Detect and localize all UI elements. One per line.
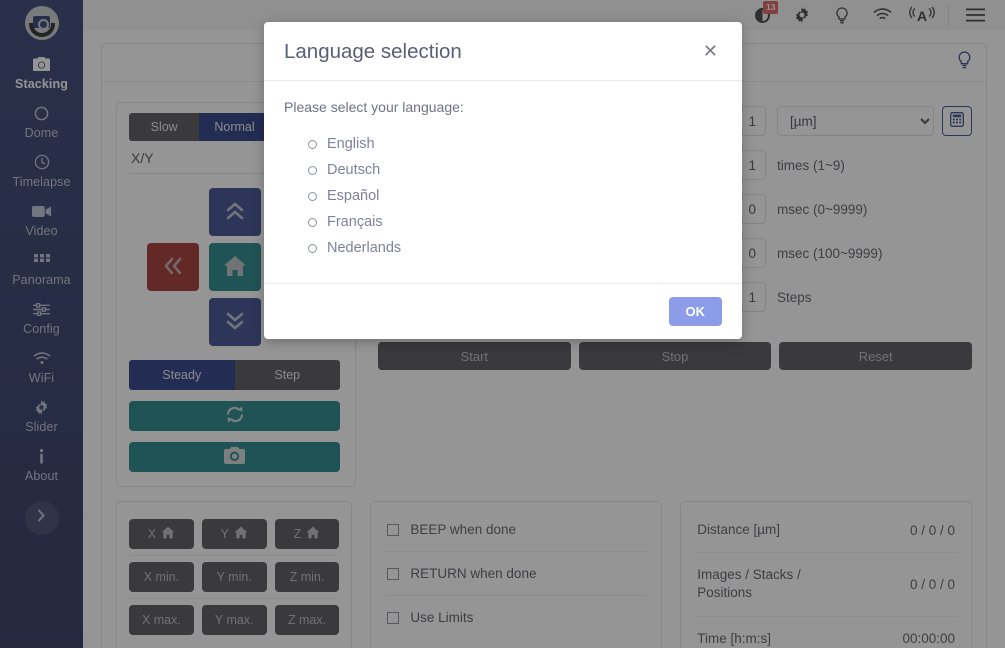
dialog-body: Please select your language: English Deu… — [264, 81, 742, 283]
language-option-espanol[interactable]: Español — [308, 183, 722, 209]
language-label: Español — [327, 188, 379, 204]
app-root: Stacking Dome Timelapse Video Panorama C… — [0, 0, 1005, 648]
radio-button[interactable] — [308, 244, 317, 253]
language-radio-group: English Deutsch Español Français Nederla… — [284, 131, 722, 261]
language-label: Deutsch — [327, 162, 380, 178]
radio-button[interactable] — [308, 140, 317, 149]
language-option-english[interactable]: English — [308, 131, 722, 157]
language-option-francais[interactable]: Français — [308, 209, 722, 235]
dialog-prompt: Please select your language: — [284, 99, 722, 115]
dialog-header: Language selection ✕ — [264, 22, 742, 81]
language-label: English — [327, 136, 375, 152]
dialog-footer: OK — [264, 283, 742, 339]
language-option-deutsch[interactable]: Deutsch — [308, 157, 722, 183]
language-option-nederlands[interactable]: Nederlands — [308, 235, 722, 261]
radio-button[interactable] — [308, 192, 317, 201]
language-label: Français — [327, 214, 383, 230]
language-label: Nederlands — [327, 240, 401, 256]
dialog-title: Language selection — [284, 40, 462, 64]
close-icon[interactable]: ✕ — [699, 40, 722, 62]
radio-button[interactable] — [308, 218, 317, 227]
radio-button[interactable] — [308, 166, 317, 175]
ok-button[interactable]: OK — [669, 297, 723, 326]
language-selection-dialog: Language selection ✕ Please select your … — [264, 22, 742, 339]
